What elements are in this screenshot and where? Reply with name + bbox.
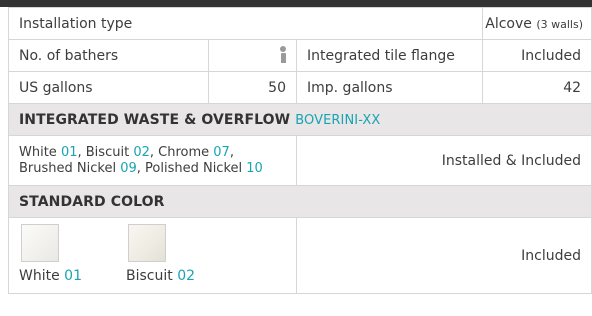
header-bar xyxy=(0,0,592,7)
tile-flange-label: Integrated tile flange xyxy=(295,39,484,72)
color-option-white[interactable]: White 01 xyxy=(19,224,82,284)
finish-name: Polished Nickel xyxy=(145,160,243,176)
color-name: Biscuit xyxy=(126,268,173,284)
imp-gallons-value: 42 xyxy=(482,71,592,104)
color-swatches: White 01 Biscuit 02 xyxy=(8,217,297,294)
finish-code: 09 xyxy=(120,160,137,176)
white-swatch xyxy=(21,224,59,262)
installation-type-label: Installation type xyxy=(7,7,484,40)
standard-color-status: Included xyxy=(295,217,592,294)
waste-overflow-code: BOVERINI-XX xyxy=(295,112,381,128)
spec-table: Installation type Alcove (3 walls) No. o… xyxy=(7,7,592,294)
bathers-label: No. of bathers xyxy=(8,39,209,72)
color-option-biscuit[interactable]: Biscuit 02 xyxy=(126,224,195,284)
waste-overflow-status: Installed & Included xyxy=(295,135,592,186)
gallons-row: US gallons 50 Imp. gallons 42 xyxy=(8,71,592,104)
finish-line-1: White 01, Biscuit 02, Chrome 07, xyxy=(19,144,234,160)
bathers-row: No. of bathers Integrated tile flange In… xyxy=(8,39,592,72)
color-code: 02 xyxy=(177,268,196,284)
finish-code: 02 xyxy=(133,144,150,160)
standard-color-header-row: STANDARD COLOR xyxy=(7,185,592,218)
imp-gallons-label: Imp. gallons xyxy=(295,71,484,104)
finish-code: 07 xyxy=(213,144,230,160)
finish-name: White xyxy=(19,144,57,160)
finish-code: 10 xyxy=(246,160,263,176)
waste-overflow-heading: INTEGRATED WASTE & OVERFLOW BOVERINI-XX xyxy=(7,103,592,136)
color-name: White xyxy=(19,268,60,284)
finish-list: White 01, Biscuit 02, Chrome 07, Brushed… xyxy=(8,135,297,186)
finish-name: Biscuit xyxy=(85,144,130,160)
color-code: 01 xyxy=(64,268,82,284)
waste-overflow-title: INTEGRATED WASTE & OVERFLOW xyxy=(19,111,291,128)
standard-color-heading: STANDARD COLOR xyxy=(7,185,592,218)
installation-type-value: Alcove (3 walls) xyxy=(482,7,592,40)
us-gallons-label: US gallons xyxy=(8,71,209,104)
finish-code: 01 xyxy=(60,144,78,160)
installation-type-main: Alcove xyxy=(485,15,532,32)
bathers-value xyxy=(208,39,297,72)
person-icon xyxy=(280,46,286,63)
installation-type-note: (3 walls) xyxy=(536,17,584,31)
waste-overflow-row: White 01, Biscuit 02, Chrome 07, Brushed… xyxy=(8,135,592,186)
finish-line-2: Brushed Nickel 09, Polished Nickel 10 xyxy=(19,160,263,176)
finish-name: Brushed Nickel xyxy=(19,160,117,176)
biscuit-swatch xyxy=(128,224,166,262)
waste-overflow-header-row: INTEGRATED WASTE & OVERFLOW BOVERINI-XX xyxy=(7,103,592,136)
installation-type-row: Installation type Alcove (3 walls) xyxy=(7,7,592,40)
us-gallons-value: 50 xyxy=(208,71,297,104)
standard-color-row: White 01 Biscuit 02 Included xyxy=(8,217,592,294)
finish-name: Chrome xyxy=(158,144,210,160)
tile-flange-value: Included xyxy=(482,39,592,72)
